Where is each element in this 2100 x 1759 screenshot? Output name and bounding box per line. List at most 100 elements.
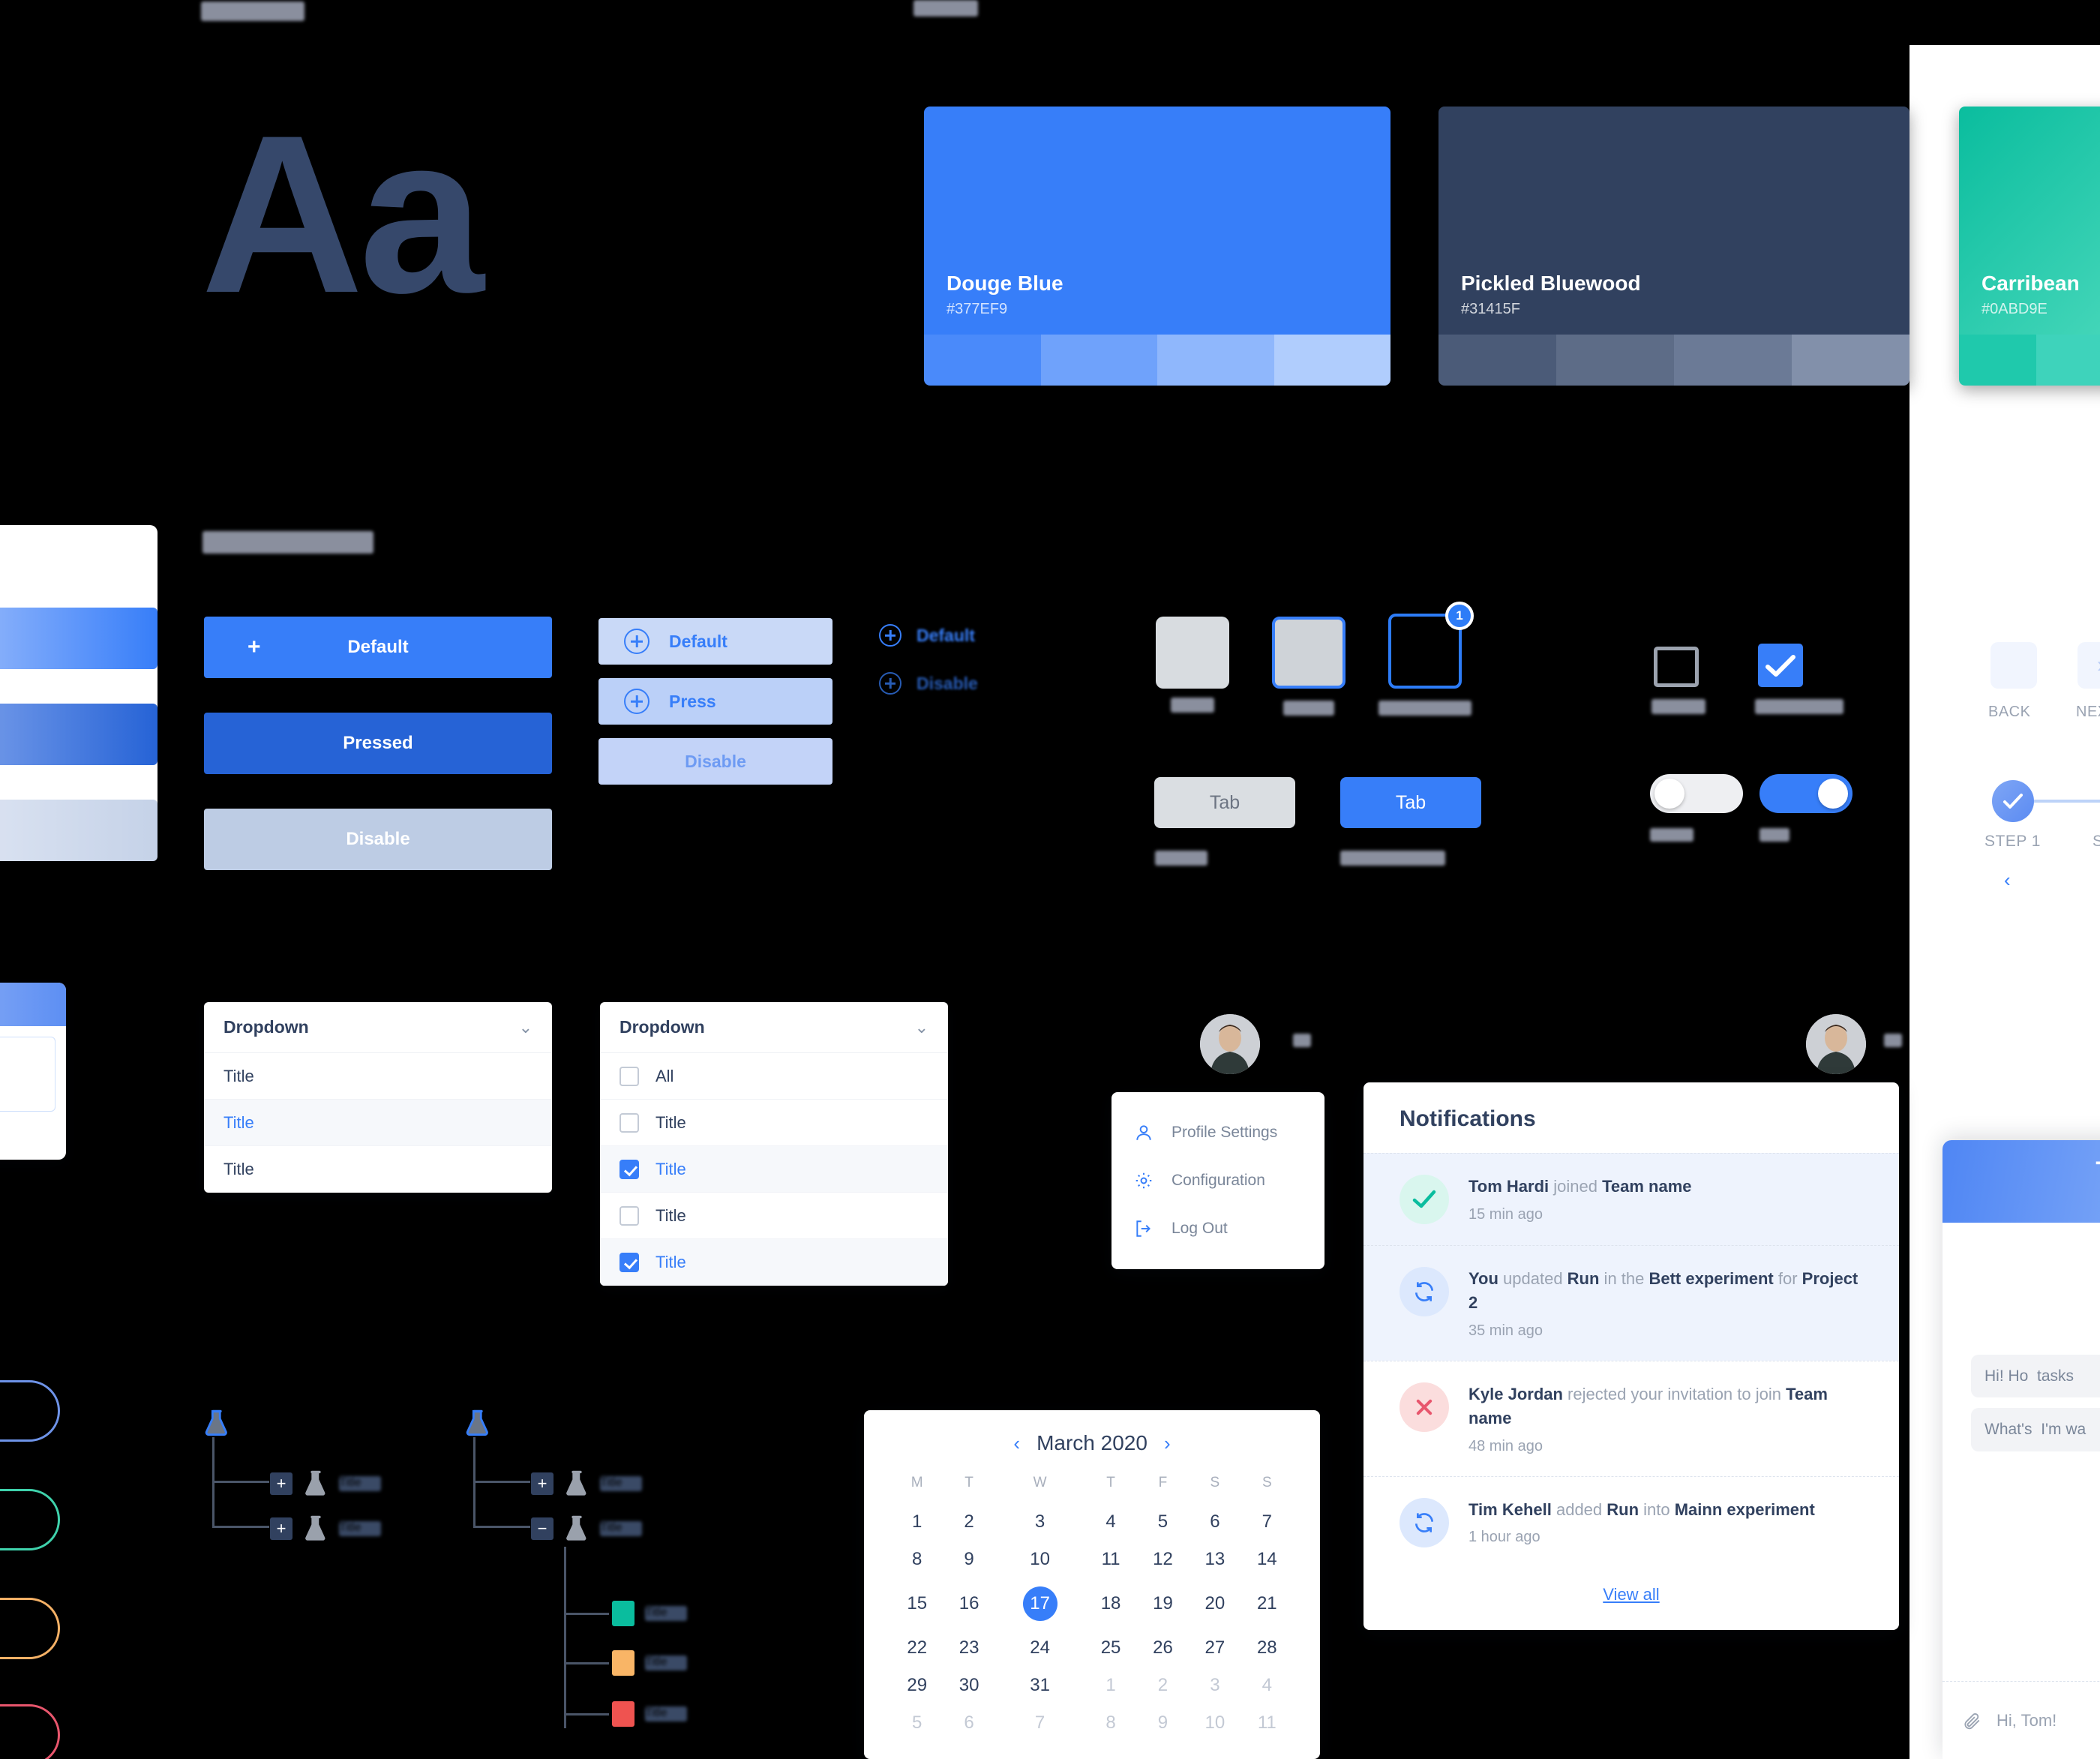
expand-plus-icon[interactable]: +	[531, 1472, 554, 1495]
calendar-day[interactable]: 14	[1241, 1541, 1293, 1578]
text-button-default[interactable]: Default	[879, 624, 975, 647]
checkbox-icon[interactable]	[620, 1112, 639, 1133]
dropdown-header[interactable]: Dropdown ⌄	[600, 1002, 948, 1053]
calendar-day[interactable]: 20	[1189, 1578, 1240, 1629]
dropdown-option[interactable]: Title	[600, 1100, 948, 1146]
view-all-link[interactable]: View all	[1603, 1585, 1659, 1604]
checkbox-checked[interactable]	[1758, 644, 1803, 687]
collapse-minus-icon[interactable]: −	[531, 1517, 554, 1540]
calendar-day[interactable]: 2	[1137, 1667, 1189, 1704]
calendar-day-selected[interactable]: 17	[1022, 1586, 1058, 1621]
calendar-day[interactable]: 28	[1241, 1629, 1293, 1667]
calendar-day[interactable]: 26	[1137, 1629, 1189, 1667]
calendar-day[interactable]: 31	[995, 1667, 1085, 1704]
calendar-day[interactable]: 29	[891, 1667, 943, 1704]
calendar-day[interactable]: 7	[995, 1704, 1085, 1742]
dropdown-option-selected[interactable]: Title	[204, 1100, 552, 1146]
calendar-day[interactable]: 10	[995, 1541, 1085, 1578]
toggle-off[interactable]	[1650, 774, 1743, 813]
pill-outline-blue[interactable]	[0, 1380, 60, 1442]
dropdown-header[interactable]: Dropdown ⌄	[204, 1002, 552, 1053]
calendar-day[interactable]: 8	[891, 1541, 943, 1578]
prev-chevron-icon[interactable]: ‹	[2004, 869, 2011, 892]
secondary-button-press[interactable]: Press	[598, 678, 832, 725]
pill-outline-orange[interactable]	[0, 1598, 60, 1659]
calendar-day[interactable]: 9	[943, 1541, 994, 1578]
tree-node-expanded[interactable]: − Title	[531, 1514, 642, 1543]
checkbox-icon[interactable]	[620, 1066, 639, 1086]
checkbox-icon[interactable]	[620, 1205, 639, 1226]
calendar-day[interactable]: 19	[1137, 1578, 1189, 1629]
calendar-day[interactable]: 5	[891, 1704, 943, 1742]
dropdown-option[interactable]: Title	[204, 1053, 552, 1100]
checkbox-icon-checked[interactable]	[620, 1159, 639, 1179]
paperclip-icon[interactable]	[1962, 1711, 1982, 1730]
calendar-day[interactable]: 27	[1189, 1629, 1240, 1667]
calendar-day[interactable]: 4	[1241, 1667, 1293, 1704]
menu-item-configuration[interactable]: Configuration	[1112, 1157, 1324, 1205]
dropdown-option[interactable]: Title	[204, 1146, 552, 1193]
chat-input-bar[interactable]: Hi, Tom!	[1942, 1681, 2100, 1759]
menu-item-profile-settings[interactable]: Profile Settings	[1112, 1109, 1324, 1157]
back-button[interactable]	[1990, 642, 2037, 689]
next-month-button[interactable]: ›	[1164, 1432, 1171, 1455]
chat-input-value[interactable]: Hi, Tom!	[1996, 1711, 2056, 1730]
menu-item-log-out[interactable]: Log Out	[1112, 1205, 1324, 1253]
calendar-day[interactable]: 10	[1189, 1704, 1240, 1742]
calendar-day[interactable]: 17	[995, 1578, 1085, 1629]
avatar[interactable]	[1806, 1014, 1866, 1074]
calendar-day[interactable]: 22	[891, 1629, 943, 1667]
step-1-complete[interactable]	[1992, 780, 2034, 822]
calendar-day[interactable]: 24	[995, 1629, 1085, 1667]
dropdown-option-checked[interactable]: Title	[600, 1239, 948, 1286]
tree-leaf[interactable]: Title	[612, 1601, 687, 1626]
calendar-day[interactable]: 1	[1084, 1667, 1136, 1704]
expand-plus-icon[interactable]: +	[270, 1517, 292, 1540]
tab-active[interactable]: Tab	[1340, 777, 1481, 828]
tree-node[interactable]: + Title	[270, 1469, 381, 1498]
next-button[interactable]: ›	[2078, 642, 2100, 689]
gradient-button-pressed[interactable]	[0, 704, 158, 765]
calendar-day[interactable]: 1	[891, 1503, 943, 1541]
dropdown-option-checked[interactable]: Title	[600, 1146, 948, 1193]
calendar-day[interactable]: 16	[943, 1578, 994, 1629]
avatar[interactable]	[1200, 1014, 1260, 1074]
calendar-day[interactable]: 6	[1189, 1503, 1240, 1541]
prev-month-button[interactable]: ‹	[1013, 1432, 1020, 1455]
calendar-day[interactable]: 7	[1241, 1503, 1293, 1541]
calendar-day[interactable]: 13	[1189, 1541, 1240, 1578]
calendar-day[interactable]: 11	[1084, 1541, 1136, 1578]
primary-button-default[interactable]: + Default	[204, 617, 552, 678]
calendar-day[interactable]: 8	[1084, 1704, 1136, 1742]
pill-outline-red[interactable]	[0, 1704, 60, 1759]
toggle-on[interactable]	[1760, 774, 1852, 813]
chevron-down-icon[interactable]	[1884, 1034, 1902, 1047]
checkbox-icon-checked[interactable]	[620, 1253, 639, 1272]
calendar-day[interactable]: 3	[995, 1503, 1085, 1541]
calendar-day[interactable]: 18	[1084, 1578, 1136, 1629]
calendar-day[interactable]: 30	[943, 1667, 994, 1704]
card-box-active[interactable]	[1272, 617, 1346, 716]
checkbox-unchecked[interactable]	[1654, 647, 1699, 687]
calendar-day[interactable]: 5	[1137, 1503, 1189, 1541]
notification-row[interactable]: Tim Kehell added Run into Mainn experime…	[1364, 1475, 1899, 1568]
primary-button-pressed[interactable]: Pressed	[204, 713, 552, 774]
dropdown-option-all[interactable]: All	[600, 1053, 948, 1100]
calendar-day[interactable]: 25	[1084, 1629, 1136, 1667]
card-box-selected[interactable]: 1	[1378, 602, 1474, 716]
tree-node[interactable]: + Title	[531, 1469, 642, 1498]
notification-row[interactable]: Tom Hardi joined Team name 15 min ago	[1364, 1153, 1899, 1245]
calendar-day[interactable]: 6	[943, 1704, 994, 1742]
expand-plus-icon[interactable]: +	[270, 1472, 292, 1495]
notification-row[interactable]: You updated Run in the Bett experiment f…	[1364, 1245, 1899, 1361]
calendar-day[interactable]: 23	[943, 1629, 994, 1667]
tree-leaf[interactable]: Title	[612, 1650, 687, 1676]
chevron-down-icon[interactable]	[1293, 1034, 1311, 1047]
pill-outline-green[interactable]	[0, 1489, 60, 1550]
secondary-button-default[interactable]: Default	[598, 618, 832, 665]
calendar-day[interactable]: 11	[1241, 1704, 1293, 1742]
notification-row[interactable]: Kyle Jordan rejected your invitation to …	[1364, 1360, 1899, 1476]
tree-leaf[interactable]: Title	[612, 1701, 687, 1727]
dropdown-multiselect[interactable]: Dropdown ⌄ All Title Title Title Title	[600, 1002, 948, 1286]
dropdown-simple[interactable]: Dropdown ⌄ Title Title Title	[204, 1002, 552, 1193]
